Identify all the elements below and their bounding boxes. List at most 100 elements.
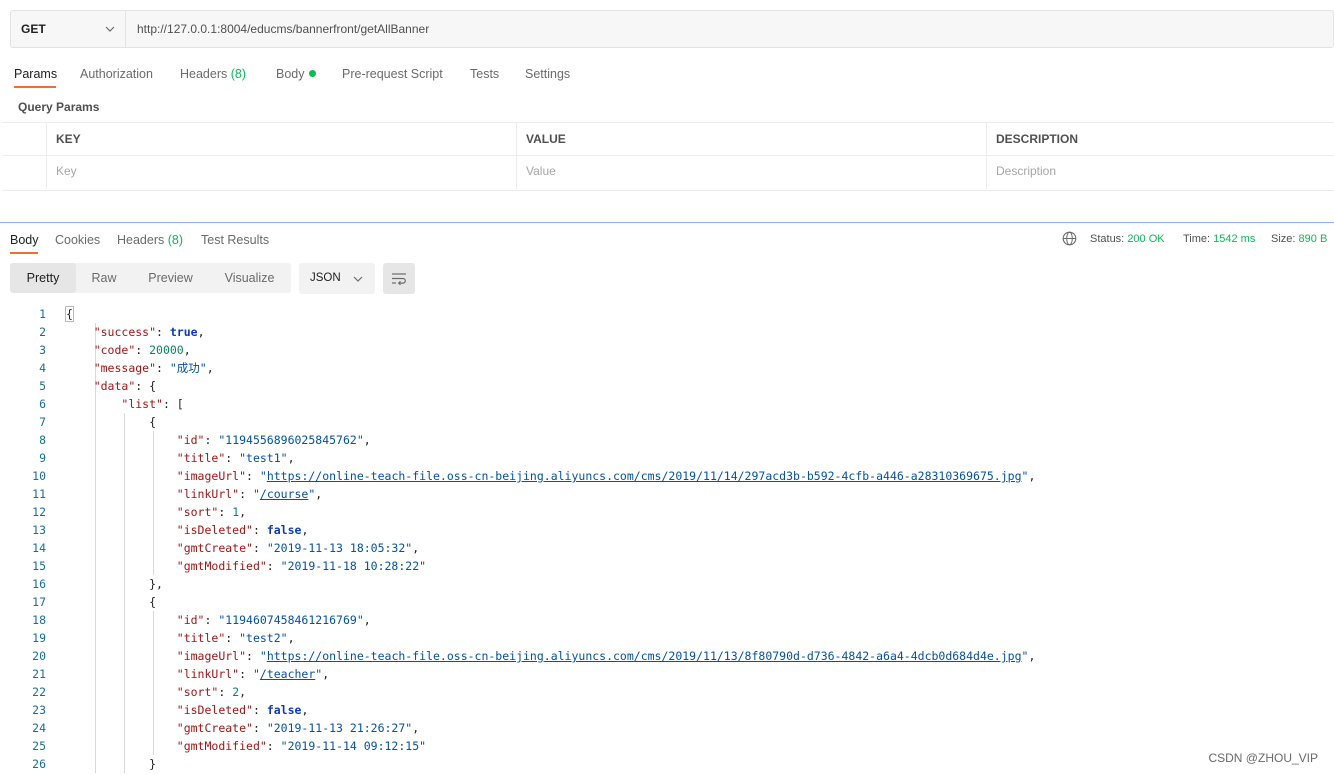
size-label: Size: — [1271, 233, 1296, 245]
table-row-divider — [2, 155, 1334, 156]
url-bar: GET http://127.0.0.1:8004/educms/bannerf… — [10, 10, 1334, 48]
view-pretty-button[interactable]: Pretty — [10, 263, 76, 293]
view-visualize-button[interactable]: Visualize — [208, 263, 291, 293]
line-number: 12 — [32, 505, 46, 519]
view-mode-group: Pretty Raw Preview Visualize — [10, 263, 291, 293]
status-label: Status: — [1090, 233, 1125, 245]
code-text: "gmtModified": "2019-11-18 10:28:22" — [176, 559, 427, 573]
line-number: 22 — [32, 685, 46, 699]
column-header-value: VALUE — [526, 132, 566, 146]
chevron-down-icon — [105, 26, 115, 32]
json-value: "2019-11-18 10:28:22" — [280, 559, 427, 573]
code-text: { — [66, 595, 157, 609]
status-value: 200 OK — [1127, 233, 1165, 245]
json-link[interactable]: /course — [260, 487, 308, 501]
chevron-down-icon — [353, 276, 363, 282]
json-link[interactable]: /teacher — [260, 667, 315, 681]
tab-body[interactable]: Body — [276, 66, 316, 82]
code-text: { — [66, 415, 157, 429]
format-select[interactable]: JSON — [299, 263, 375, 294]
value-input[interactable]: Value — [526, 164, 556, 178]
line-number: 11 — [32, 487, 46, 501]
description-input[interactable]: Description — [996, 164, 1056, 178]
column-divider — [46, 122, 47, 189]
active-tab-indicator — [10, 252, 38, 254]
line-number: 13 — [32, 523, 46, 537]
json-link[interactable]: https://online-teach-file.oss-cn-beijing… — [267, 649, 1022, 663]
line-number: 2 — [39, 325, 46, 339]
code-text: } — [66, 757, 157, 771]
method-select[interactable]: GET — [11, 11, 126, 47]
active-tab-indicator — [14, 86, 56, 88]
line-number: 9 — [39, 451, 46, 465]
json-value: "2019-11-14 09:12:15" — [280, 739, 427, 753]
code-text: "success": true, — [93, 325, 205, 339]
json-value: "test1" — [239, 451, 288, 465]
line-number: 24 — [32, 721, 46, 735]
tab-settings[interactable]: Settings — [525, 66, 570, 82]
line-number: 8 — [39, 433, 46, 447]
json-value: "test2" — [239, 631, 288, 645]
response-tab-cookies[interactable]: Cookies — [55, 232, 100, 248]
wrap-lines-button[interactable] — [383, 263, 415, 294]
key-input[interactable]: Key — [56, 164, 77, 178]
json-value: 2 — [232, 685, 240, 699]
params-table — [2, 122, 1334, 191]
tab-headers[interactable]: Headers (8) — [180, 66, 246, 82]
column-header-key: KEY — [56, 132, 81, 146]
tab-authorization[interactable]: Authorization — [80, 66, 153, 82]
status-text: Status: 200 OK — [1090, 233, 1165, 245]
code-text: "data": { — [93, 379, 157, 393]
column-divider — [516, 122, 517, 189]
code-text: "isDeleted": false, — [176, 523, 309, 537]
size-text: Size: 890 B — [1271, 233, 1327, 245]
line-number: 16 — [32, 577, 46, 591]
json-value: "1194556896025845762" — [218, 433, 364, 447]
response-tab-test-results[interactable]: Test Results — [201, 232, 269, 248]
code-text: "list": [ — [121, 397, 184, 411]
method-label: GET — [21, 22, 46, 36]
url-input[interactable]: http://127.0.0.1:8004/educms/bannerfront… — [137, 11, 429, 47]
line-number: 1 — [39, 307, 46, 321]
column-header-description: DESCRIPTION — [996, 132, 1079, 146]
code-text: "linkUrl": "/teacher", — [176, 667, 330, 681]
tab-params[interactable]: Params — [14, 66, 57, 82]
line-number: 7 — [39, 415, 46, 429]
line-number: 5 — [39, 379, 46, 393]
format-label: JSON — [310, 272, 341, 284]
globe-icon[interactable] — [1062, 231, 1077, 246]
watermark: CSDN @ZHOU_VIP — [1208, 751, 1318, 765]
view-raw-button[interactable]: Raw — [76, 263, 132, 293]
json-value: true — [169, 325, 198, 339]
code-text: "message": "成功", — [93, 361, 214, 375]
line-number: 14 — [32, 541, 46, 555]
code-text: "title": "test2", — [176, 631, 295, 645]
line-number: 19 — [32, 631, 46, 645]
json-value: "2019-11-13 18:05:32" — [266, 541, 413, 555]
view-preview-button[interactable]: Preview — [134, 263, 207, 293]
headers-count: (8) — [167, 233, 184, 247]
line-number: 17 — [32, 595, 46, 609]
response-tab-body[interactable]: Body — [10, 232, 39, 248]
json-value: "2019-11-13 21:26:27" — [266, 721, 413, 735]
line-number: 3 — [39, 343, 46, 357]
body-indicator-dot — [308, 70, 316, 77]
headers-count: (8) — [230, 67, 247, 81]
tab-prerequest-script[interactable]: Pre-request Script — [342, 66, 443, 82]
json-link[interactable]: https://online-teach-file.oss-cn-beijing… — [267, 469, 1022, 483]
json-value: false — [266, 703, 302, 717]
tab-body-label: Body — [276, 67, 305, 81]
json-value: "1194607458461216769" — [218, 613, 364, 627]
line-number: 20 — [32, 649, 46, 663]
json-value: 20000 — [149, 343, 184, 357]
response-tab-headers[interactable]: Headers (8) — [117, 232, 183, 248]
pane-divider[interactable] — [0, 222, 1334, 223]
tab-tests[interactable]: Tests — [470, 66, 499, 82]
line-number: 4 — [39, 361, 46, 375]
column-divider — [986, 122, 987, 189]
line-number: 15 — [32, 559, 46, 573]
line-number: 23 — [32, 703, 46, 717]
code-text: }, — [66, 577, 163, 591]
line-number: 21 — [32, 667, 46, 681]
response-tab-headers-label: Headers — [117, 233, 165, 247]
